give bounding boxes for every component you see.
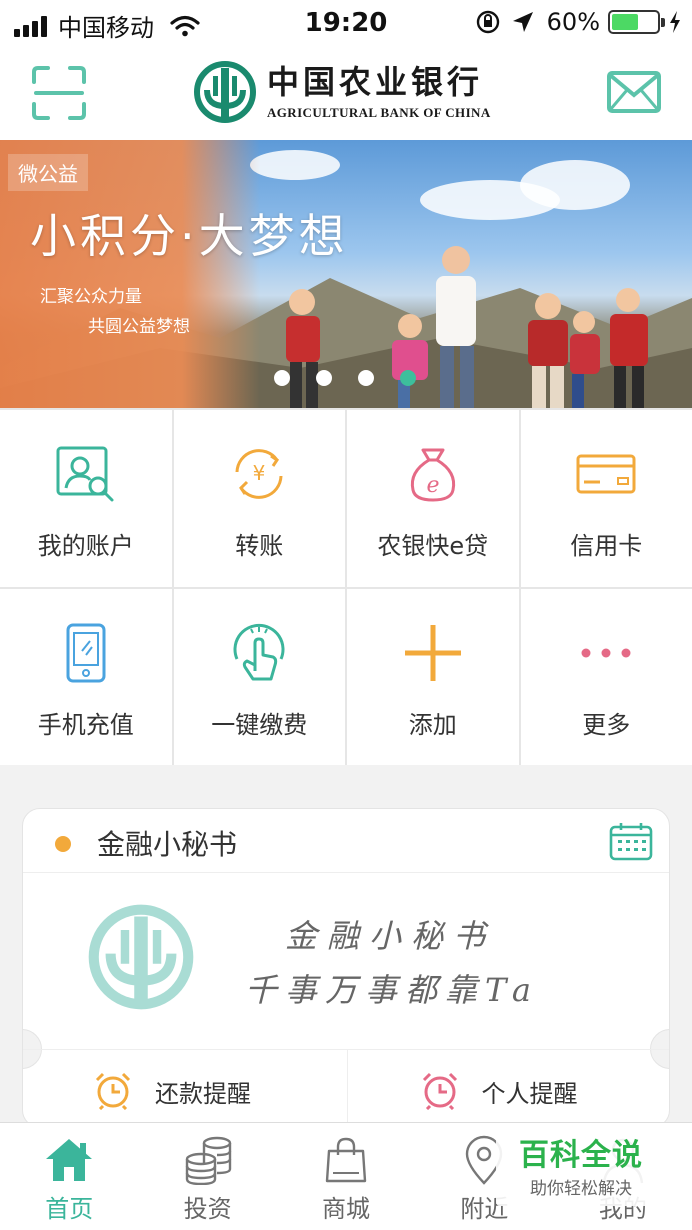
card-title: 金融小秘书 [97,828,238,861]
battery-icon [608,10,665,34]
banner-pagination [274,370,442,386]
account-search-icon [56,446,114,502]
quick-menu-grid: 我的账户 ¥ 转账 e 农银快e贷 信用卡 手机充值 一键缴费 添加 更多 [0,408,692,765]
tab-label: 商城 [322,1195,371,1223]
finance-secretary-card[interactable]: 金融小秘书 金融小秘书 千事万事都靠Ta 还款提醒 个人提醒 [22,808,670,1128]
abc-logo-icon [88,904,194,1010]
tab-invest[interactable]: 投资 [138,1123,276,1230]
scan-icon[interactable] [30,64,88,122]
menu-item-phone-recharge[interactable]: 手机充值 [0,588,172,765]
promo-banner[interactable]: 微公益 小积分·大梦想 汇聚公众力量 共圆公益梦想 [0,140,692,408]
menu-item-add[interactable]: 添加 [347,588,519,765]
tab-home[interactable]: 首页 [0,1123,138,1230]
tab-mall[interactable]: 商城 [277,1123,415,1230]
watermark-title: 百科全说 [519,1138,643,1173]
coins-icon [185,1136,231,1185]
menu-item-quick-loan[interactable]: e 农银快e贷 [347,410,519,587]
money-bag-e-icon: e [410,448,455,502]
banner-subtitle-1: 汇聚公众力量 [40,287,142,307]
charging-icon [670,11,680,33]
battery-percent: 60% [546,8,600,36]
status-dot [55,836,71,852]
shopping-bag-icon [325,1137,367,1183]
bank-name-en: AGRICULTURAL BANK OF CHINA [267,105,491,120]
watermark: 百科全说 助你轻松解决 [496,1124,666,1206]
banner-subtitle-2: 共圆公益梦想 [88,317,190,337]
alarm-clock-icon [422,1072,457,1110]
card-body: 金融小秘书 千事万事都靠Ta [23,873,669,1047]
bank-name-cn: 中国农业银行 [267,63,484,101]
card-actions: 还款提醒 个人提醒 [23,1049,670,1127]
menu-label: 一键缴费 [211,710,308,739]
menu-item-credit-card[interactable]: 信用卡 [520,410,692,587]
menu-label: 我的账户 [37,532,134,560]
calendar-icon[interactable] [609,821,653,861]
app-root: 中国移动 19:20 60% 中国农业银行 AGRICULTURAL BANK … [0,0,692,1230]
battery-level [612,14,639,30]
mail-icon[interactable] [606,70,662,114]
tab-label: 首页 [45,1195,94,1223]
pagination-dot[interactable] [358,370,374,386]
cloud-decoration [250,150,340,180]
credit-card-icon [576,454,636,494]
banner-tag: 微公益 [8,154,88,191]
svg-text:e: e [426,473,439,498]
tab-label: 投资 [183,1195,232,1223]
svg-text:¥: ¥ [253,461,266,485]
pagination-dot[interactable] [316,370,332,386]
bank-logo: 中国农业银行 AGRICULTURAL BANK OF CHINA [193,60,491,124]
banner-title: 小积分·大梦想 [30,209,349,263]
menu-label: 转账 [235,532,284,560]
abc-logo-icon [194,61,256,123]
more-dots-icon [581,648,631,657]
repayment-reminder-button[interactable]: 还款提醒 [23,1050,347,1127]
menu-label: 更多 [582,710,631,739]
location-icon [512,12,533,32]
status-right: 60% [475,8,682,36]
app-header: 中国农业银行 AGRICULTURAL BANK OF CHINA [0,50,692,140]
lock-rotation-icon [476,10,499,34]
menu-label: 添加 [408,710,457,739]
tap-pay-icon [233,623,285,680]
handwriting-line-1: 金融小秘书 [285,917,496,955]
menu-item-my-account[interactable]: 我的账户 [0,410,172,587]
menu-item-one-click-pay[interactable]: 一键缴费 [173,588,345,765]
menu-item-transfer[interactable]: ¥ 转账 [173,410,345,587]
menu-label: 手机充值 [37,710,134,739]
alarm-clock-icon [95,1072,131,1110]
card-header: 金融小秘书 [23,809,669,873]
handwriting-line-2: 千事万事都靠Ta [245,971,539,1009]
pagination-dot-active[interactable] [400,370,416,386]
action-label: 还款提醒 [155,1080,251,1108]
personal-reminder-button[interactable]: 个人提醒 [346,1050,670,1127]
menu-label: 信用卡 [570,532,643,560]
yuan-transfer-icon: ¥ [235,449,283,499]
home-icon [46,1139,93,1181]
plus-icon [404,624,461,681]
watermark-subtitle: 助你轻松解决 [530,1179,632,1199]
cloud-decoration [520,160,630,210]
menu-item-more[interactable]: 更多 [520,588,692,765]
action-label: 个人提醒 [481,1080,578,1108]
status-bar: 中国移动 19:20 60% [0,0,692,50]
phone-recharge-icon [66,623,106,682]
menu-label: 农银快e贷 [377,532,489,560]
pagination-dot[interactable] [274,370,290,386]
